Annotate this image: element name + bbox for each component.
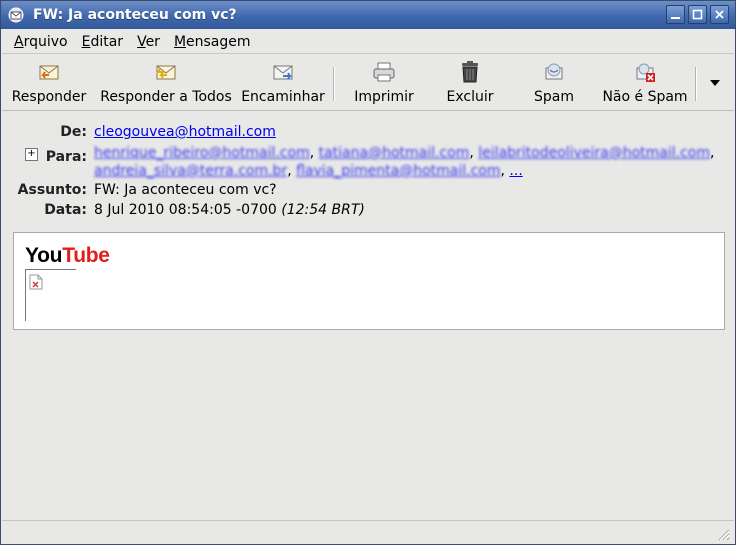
status-bar: [2, 520, 734, 544]
reply-all-icon: [153, 59, 179, 85]
close-button[interactable]: [710, 5, 729, 24]
subject-row: Assunto: FW: Ja aconteceu com vc?: [17, 182, 277, 198]
reply-icon: [36, 59, 62, 85]
menu-editar[interactable]: Editar: [82, 34, 123, 50]
resize-grip-icon[interactable]: [716, 527, 730, 541]
broken-image-icon: [29, 274, 43, 290]
menu-bar: Arquivo Editar Ver Mensagem: [2, 30, 734, 54]
minimize-button[interactable]: [666, 5, 685, 24]
recipient-link[interactable]: leilabritodeoliveira@hotmail.com: [478, 145, 710, 161]
toolbar-separator: [695, 67, 697, 101]
embedded-image[interactable]: [25, 269, 76, 321]
printer-icon: [371, 59, 397, 85]
not-spam-icon: [632, 59, 658, 85]
recipient-link[interactable]: henrique_ribeiro@hotmail.com: [94, 145, 310, 161]
toolbar-separator: [333, 67, 335, 101]
reply-button[interactable]: Responder: [11, 59, 87, 107]
youtube-logo: YouTube: [25, 244, 110, 267]
spam-icon: [541, 59, 567, 85]
recipient-link[interactable]: andreia_silva@terra.com.br: [94, 163, 287, 179]
recipient-link[interactable]: tatiana@hotmail.com: [319, 145, 470, 161]
not-spam-button[interactable]: Não é Spam: [602, 59, 688, 107]
menu-mensagem[interactable]: Mensagem: [174, 34, 251, 50]
toolbar: Responder Responder a Todos Encaminhar I…: [2, 55, 734, 111]
title-bar[interactable]: FW: Ja aconteceu com vc?: [1, 1, 735, 29]
to-line-1: henrique_ribeiro@hotmail.com, tatiana@ho…: [94, 145, 715, 161]
menu-arquivo[interactable]: Arquivo: [14, 34, 68, 50]
to-line-2: andreia_silva@terra.com.br, flavia_pimen…: [94, 163, 523, 179]
menu-ver[interactable]: Ver: [137, 34, 160, 50]
trash-icon: [457, 59, 483, 85]
message-header: De: cleogouvea@hotmail.com + Para: henri…: [2, 113, 734, 221]
mail-window: FW: Ja aconteceu com vc? Arquivo Editar …: [0, 0, 736, 545]
toolbar-overflow-button[interactable]: [705, 73, 725, 93]
date-text: 8 Jul 2010 08:54:05 -0700 (12:54 BRT): [94, 202, 365, 218]
mail-envelope-icon: [7, 6, 25, 24]
delete-button[interactable]: Excluir: [440, 59, 500, 107]
print-button[interactable]: Imprimir: [352, 59, 416, 107]
spam-button[interactable]: Spam: [526, 59, 582, 107]
more-recipients-link[interactable]: ...: [509, 163, 522, 179]
date-row: Data: 8 Jul 2010 08:54:05 -0700 (12:54 B…: [44, 202, 365, 218]
forward-button[interactable]: Encaminhar: [241, 59, 325, 107]
minimize-icon: [671, 17, 680, 19]
reply-all-button[interactable]: Responder a Todos: [98, 59, 234, 107]
close-icon: [715, 10, 724, 19]
window-title: FW: Ja aconteceu com vc?: [33, 7, 237, 23]
subject-text: FW: Ja aconteceu com vc?: [94, 182, 277, 198]
from-address[interactable]: cleogouvea@hotmail.com: [94, 124, 276, 140]
chevron-down-icon: [710, 80, 720, 86]
from-row: De: cleogouvea@hotmail.com: [60, 124, 276, 140]
message-body[interactable]: YouTube: [13, 232, 725, 330]
to-row: Para: henrique_ribeiro@hotmail.com, tati…: [45, 145, 715, 179]
maximize-icon: [692, 9, 703, 20]
maximize-button[interactable]: [688, 5, 707, 24]
recipient-link[interactable]: flavia_pimenta@hotmail.com: [296, 163, 500, 179]
forward-icon: [270, 59, 296, 85]
